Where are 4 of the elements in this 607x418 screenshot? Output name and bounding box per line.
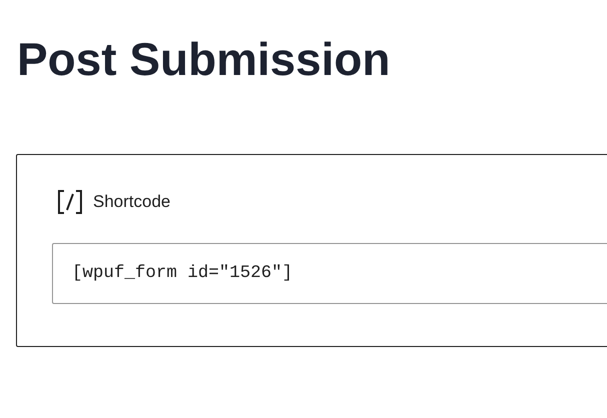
shortcode-label: Shortcode: [93, 192, 170, 212]
page-title: Post Submission: [17, 32, 392, 87]
shortcode-input-field[interactable]: [wpuf_form id="1526"]: [52, 243, 607, 304]
shortcode-icon: [57, 189, 83, 215]
